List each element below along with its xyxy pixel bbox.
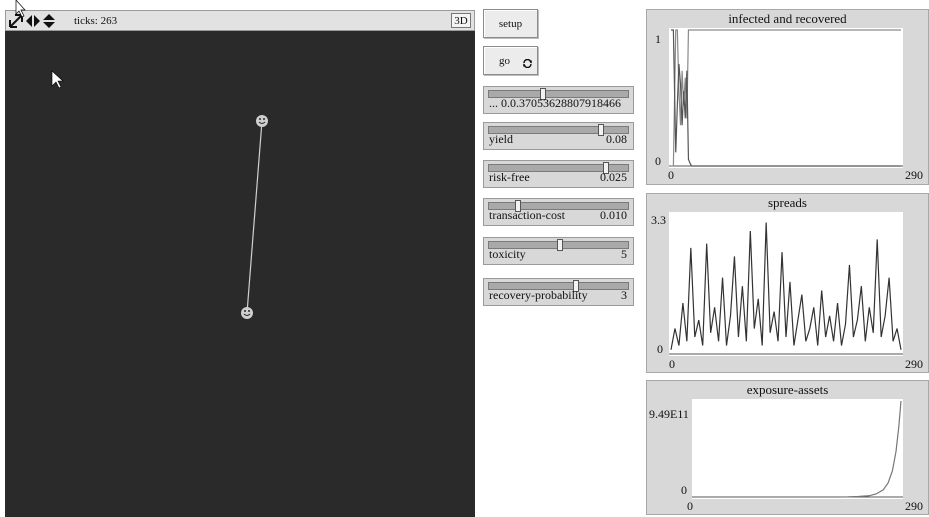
y-max-label: 1 [655, 32, 661, 46]
slider-label: toxicity [489, 247, 526, 261]
slider-thumb[interactable] [556, 239, 563, 251]
ticks-counter: ticks: 263 [74, 15, 118, 27]
y-max-label: 9.49E11 [649, 407, 689, 421]
plot-series-line [671, 29, 901, 167]
x-max-label: 290 [905, 499, 923, 513]
plot-exposure-assets: exposure-assets 9.49E11 0 0 290 [646, 380, 929, 515]
plot-title: exposure-assets [746, 382, 829, 397]
x-max-label: 290 [905, 357, 923, 371]
plot-canvas [669, 29, 903, 167]
plot-series-line [694, 400, 902, 498]
slider-transaction-cost[interactable]: transaction-cost 0.010 [483, 198, 634, 226]
plot-series-line [671, 29, 901, 167]
slider-value: 0.025 [600, 170, 627, 184]
x-min-label: 0 [687, 499, 693, 513]
slider-label: risk-free [489, 170, 530, 184]
y-min-label: 0 [657, 342, 663, 356]
y-max-label: 3.3 [651, 213, 666, 227]
forever-icon [523, 59, 532, 68]
plot-canvas [692, 400, 903, 498]
setup-button[interactable]: setup [483, 9, 538, 38]
updown-icon[interactable] [43, 14, 55, 31]
slider-label: transaction-cost [489, 208, 565, 222]
slider-label: yield [489, 132, 513, 146]
slider-label: ... 0.0.37053628807918466 [489, 96, 621, 110]
slider-label: recovery-probability [489, 288, 588, 302]
slider-risk-free[interactable]: risk-free 0.025 [483, 160, 634, 188]
slider-unnamed[interactable]: ... 0.0.370536288079184660.0.37053628807… [483, 86, 634, 114]
slider-value: 3 [621, 288, 627, 302]
go-button[interactable]: go [483, 46, 538, 75]
turtle-smiley-bottom[interactable] [241, 307, 253, 319]
3d-view-button[interactable]: 3D [451, 13, 471, 28]
x-max-label: 290 [905, 168, 923, 182]
cursor-icon [15, 0, 26, 18]
step-arrows-icon[interactable] [25, 14, 41, 31]
network-link [246, 120, 263, 314]
view-toolbar: ticks: 263 3D [5, 10, 475, 31]
slider-recovery-probability[interactable]: recovery-probability 3 [483, 278, 634, 306]
y-min-label: 0 [655, 154, 661, 168]
plot-canvas [669, 222, 903, 355]
world-view[interactable] [5, 31, 475, 517]
plot-infected-recovered: infected and recovered 1 0 0 290 [646, 9, 929, 185]
slider-thumb[interactable] [597, 124, 604, 136]
go-button-label: go [499, 55, 510, 67]
x-min-label: 0 [669, 357, 675, 371]
y-min-label: 0 [681, 483, 687, 497]
mouse-cursor-icon [51, 70, 64, 89]
slider-value: 0.010 [600, 208, 627, 222]
x-min-label: 0 [668, 168, 674, 182]
setup-button-label: setup [498, 18, 523, 30]
turtle-smiley-top[interactable] [256, 115, 268, 127]
slider-value: 0.08 [606, 132, 627, 146]
plot-spreads: spreads 3.3 0 0 290 [646, 193, 929, 373]
slider-value: 5 [621, 247, 627, 261]
plot-title: infected and recovered [728, 11, 847, 26]
plot-series-line [670, 222, 902, 350]
slider-toxicity[interactable]: toxicity 5 [483, 237, 634, 265]
slider-yield[interactable]: yield 0.08 [483, 122, 634, 150]
plot-title: spreads [768, 195, 807, 210]
